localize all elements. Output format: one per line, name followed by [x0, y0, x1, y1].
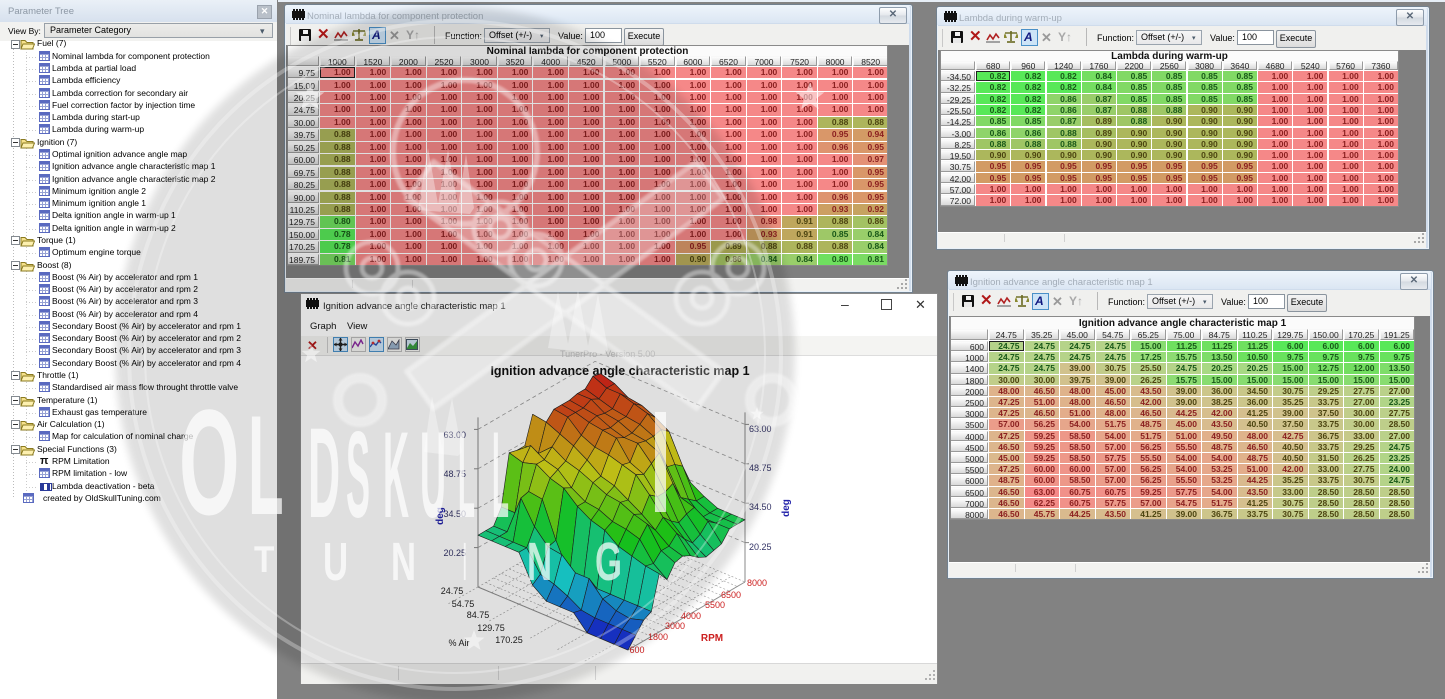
svg-text:600: 600 — [629, 645, 644, 655]
svg-text:8000: 8000 — [747, 578, 767, 588]
svg-text:54.75: 54.75 — [452, 599, 475, 609]
svg-text:63.00: 63.00 — [749, 424, 772, 434]
svg-text:34.50: 34.50 — [443, 509, 466, 519]
svg-text:3000: 3000 — [665, 621, 685, 631]
svg-text:24.75: 24.75 — [441, 586, 464, 596]
svg-text:1800: 1800 — [648, 632, 668, 642]
svg-text:deg: deg — [435, 507, 446, 525]
svg-text:RPM: RPM — [701, 633, 723, 644]
svg-text:129.75: 129.75 — [477, 623, 505, 633]
svg-text:5500: 5500 — [705, 600, 725, 610]
svg-text:deg: deg — [781, 499, 792, 517]
svg-text:48.75: 48.75 — [749, 463, 772, 473]
svg-text:48.75: 48.75 — [443, 469, 466, 479]
svg-text:4000: 4000 — [681, 611, 701, 621]
svg-text:34.50: 34.50 — [749, 502, 772, 512]
svg-text:63.00: 63.00 — [443, 430, 466, 440]
svg-text:20.25: 20.25 — [443, 548, 466, 558]
svg-text:% Air: % Air — [448, 638, 469, 648]
svg-text:20.25: 20.25 — [749, 542, 772, 552]
svg-text:84.75: 84.75 — [467, 610, 490, 620]
svg-text:6500: 6500 — [721, 590, 741, 600]
svg-text:170.25: 170.25 — [495, 635, 523, 645]
